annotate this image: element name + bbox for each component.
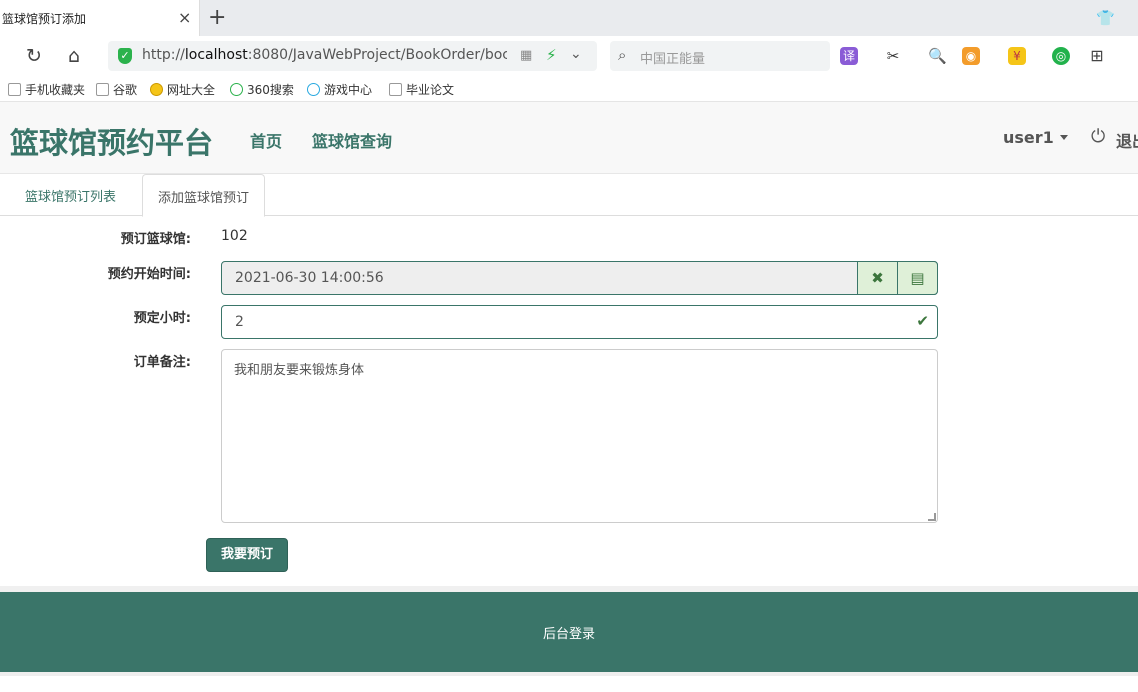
- page-bottom: [0, 672, 1138, 692]
- note-textarea[interactable]: 我和朋友要来锻炼身体: [221, 349, 938, 523]
- hours-input[interactable]: 2: [235, 314, 244, 330]
- apps-icon[interactable]: ⊞: [1088, 47, 1106, 65]
- game-center-icon: [307, 83, 320, 96]
- browser-tabbar: 篮球馆预订添加 × + 👕: [0, 0, 1138, 36]
- game-icon[interactable]: ◉: [962, 47, 980, 65]
- note-label: 订单备注:: [133, 355, 191, 370]
- bookmark-item[interactable]: 手机收藏夹: [8, 81, 85, 98]
- note-text: 我和朋友要来锻炼身体: [234, 363, 365, 378]
- tab-add-order[interactable]: 添加篮球馆预订: [142, 174, 266, 217]
- bookmark-item[interactable]: 游戏中心: [307, 81, 372, 98]
- hours-label: 预定小时:: [133, 311, 191, 326]
- venue-label: 预订篮球馆:: [120, 232, 191, 247]
- start-time-label: 预约开始时间:: [107, 267, 191, 282]
- page-icon: [389, 83, 402, 96]
- chevron-down-icon[interactable]: ⌄: [570, 46, 582, 62]
- submit-order-button[interactable]: 我要预订: [206, 538, 288, 572]
- wechat-icon[interactable]: ◎: [1052, 47, 1070, 65]
- start-time-input[interactable]: 2021-06-30 14:00:56: [235, 270, 384, 286]
- refresh-icon[interactable]: ↻: [26, 45, 42, 67]
- browser-tab[interactable]: 篮球馆预订添加 ×: [0, 0, 200, 36]
- browser-tab-title: 篮球馆预订添加: [2, 12, 87, 26]
- tab-order-list[interactable]: 篮球馆预订列表: [10, 174, 131, 216]
- skin-icon[interactable]: 👕: [1096, 9, 1115, 27]
- nav-venue-search[interactable]: 篮球馆查询: [312, 128, 392, 152]
- page-icon: [96, 83, 109, 96]
- coin-icon[interactable]: ¥: [1008, 47, 1026, 65]
- magnifier-icon[interactable]: 🔍: [928, 47, 947, 65]
- venue-value: 102: [221, 228, 248, 244]
- bolt-icon[interactable]: ⚡: [546, 46, 557, 64]
- bookmark-item[interactable]: 毕业论文: [389, 81, 454, 98]
- nav-home[interactable]: 首页: [250, 128, 282, 152]
- check-icon: ✔: [916, 312, 929, 330]
- 360-icon: [230, 83, 243, 96]
- browser-toolbar: ↻ ⌂ ✓ http://localhost:8080/JavaWebProje…: [0, 36, 1138, 76]
- admin-login-link[interactable]: 后台登录: [0, 623, 1138, 642]
- site-footer: 后台登录: [0, 592, 1138, 672]
- phone-icon: [8, 83, 21, 96]
- clear-icon[interactable]: ✖: [857, 261, 898, 295]
- search-icon: ⌕: [618, 46, 627, 64]
- brand-logo[interactable]: 篮球馆预约平台: [10, 120, 213, 162]
- shield-icon: ✓: [118, 48, 132, 64]
- home-icon[interactable]: ⌂: [68, 45, 80, 67]
- qr-icon[interactable]: ▦: [520, 48, 532, 63]
- user-menu[interactable]: user1: [1003, 128, 1068, 147]
- bookmark-item[interactable]: 网址大全: [150, 81, 215, 98]
- scissors-icon[interactable]: ✂: [884, 47, 902, 65]
- search-input[interactable]: 中国正能量: [640, 48, 705, 67]
- bookmarks-bar: 手机收藏夹 谷歌 网址大全 360搜索 游戏中心 毕业论文: [0, 76, 1138, 102]
- resize-handle-icon[interactable]: [928, 513, 936, 521]
- logout-link[interactable]: 退出: [1116, 128, 1138, 152]
- start-time-field[interactable]: 2021-06-30 14:00:56 ✖ ▤: [221, 261, 938, 295]
- close-icon[interactable]: ×: [178, 8, 191, 27]
- site-header: 篮球馆预约平台 首页 篮球馆查询 user1 ⏻ 退出: [0, 102, 1138, 174]
- address-bar[interactable]: ✓ http://localhost:8080/JavaWebProject/B…: [108, 41, 597, 71]
- hours-field[interactable]: 2 ✔: [221, 305, 938, 339]
- translate-icon[interactable]: 译: [840, 47, 858, 65]
- bookmark-item[interactable]: 谷歌: [96, 81, 137, 98]
- globe-icon: [150, 83, 163, 96]
- power-icon[interactable]: ⏻: [1091, 126, 1105, 147]
- caret-down-icon: [1059, 135, 1068, 140]
- page-tabs: 篮球馆预订列表 添加篮球馆预订: [0, 174, 1138, 217]
- url-text[interactable]: http://localhost:8080/JavaWebProject/Boo…: [142, 47, 507, 63]
- search-box[interactable]: ⌕ 中国正能量: [610, 41, 830, 71]
- new-tab-icon[interactable]: +: [208, 5, 226, 30]
- calendar-icon[interactable]: ▤: [897, 261, 938, 295]
- bookmark-item[interactable]: 360搜索: [230, 81, 294, 98]
